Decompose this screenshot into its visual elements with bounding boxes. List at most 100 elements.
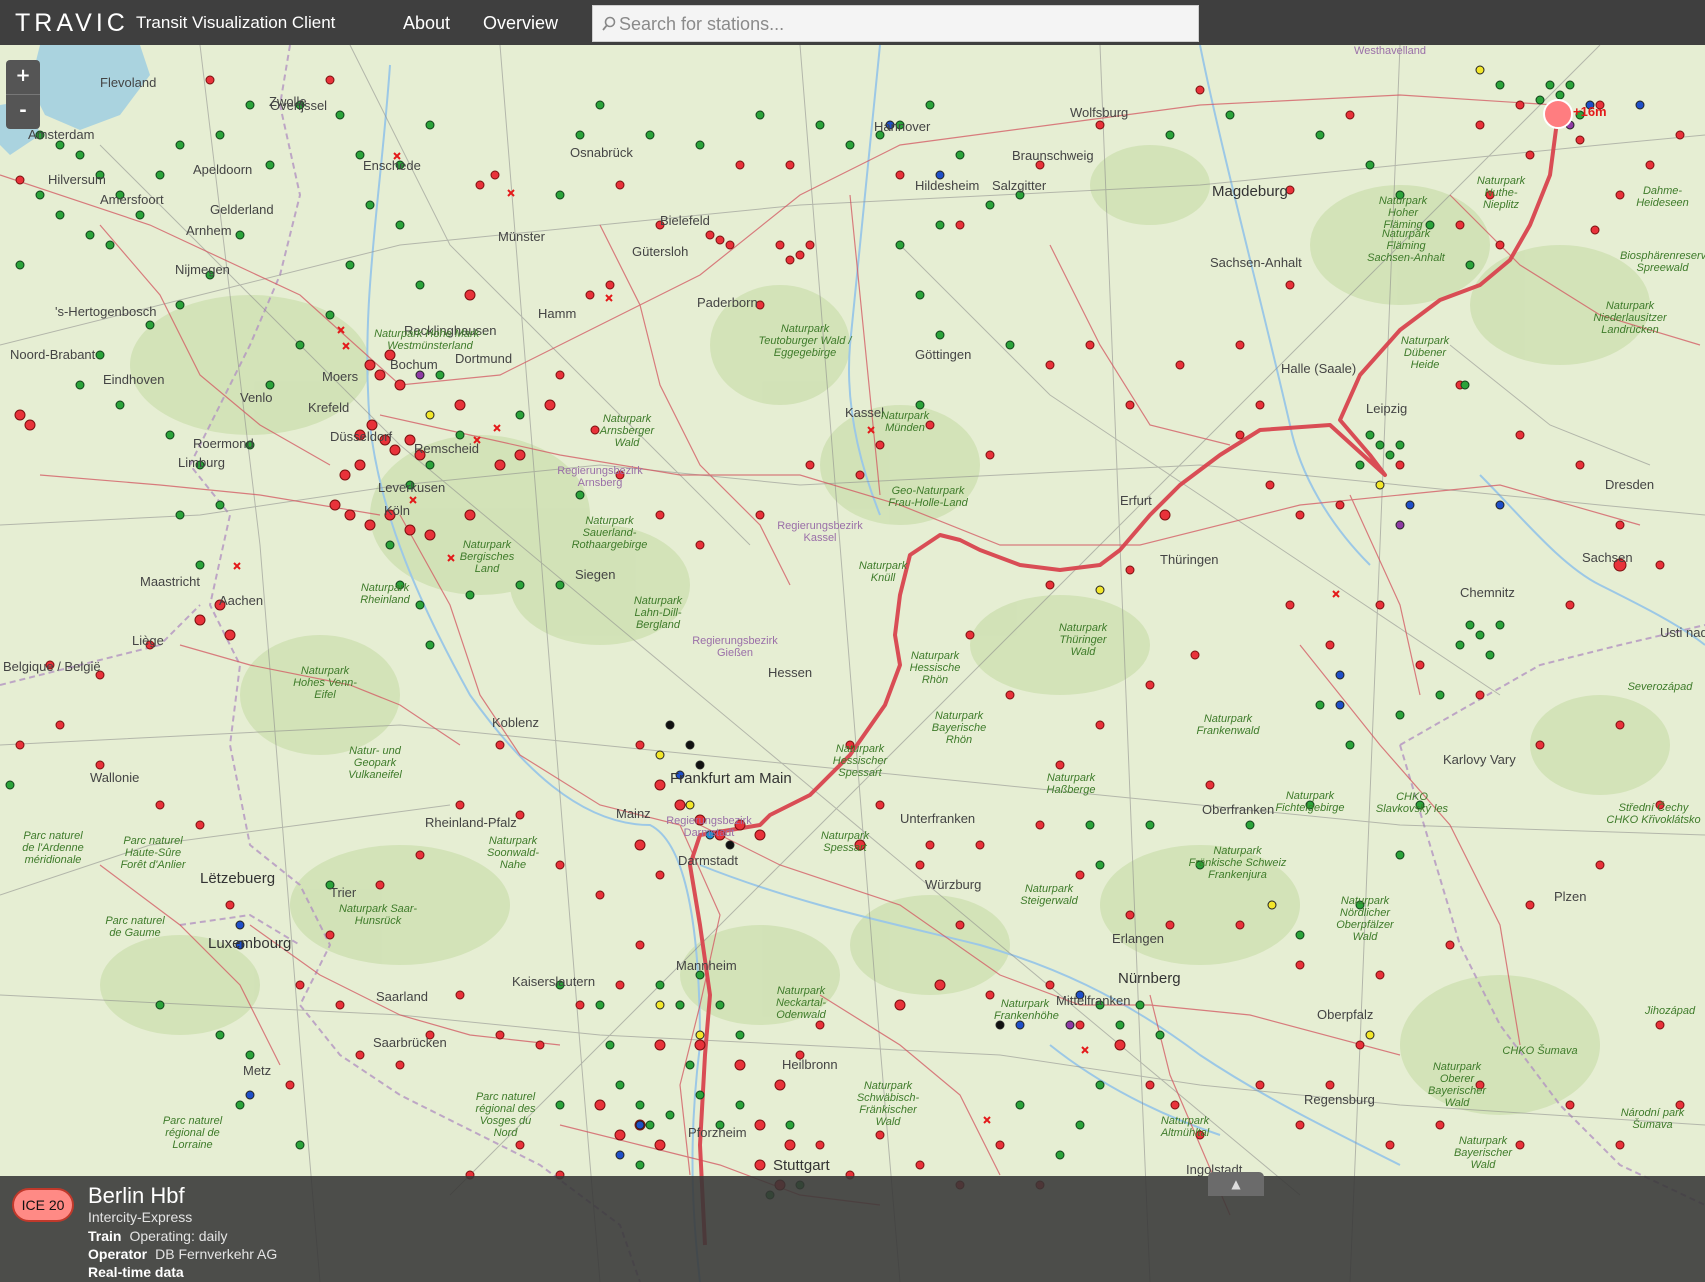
park-label: Naturpark Steigerwald (1020, 883, 1078, 907)
park-label: Parc naturel régional des Vosges du Nord (475, 1091, 536, 1139)
nav-about-link[interactable]: About (403, 13, 450, 34)
region-label: Rheinland-Pfalz (425, 815, 517, 830)
region-label: Wallonie (90, 770, 140, 785)
park-label: Naturpark Bergisches Land (459, 539, 515, 575)
city-label: Salzgitter (992, 178, 1047, 193)
top-navbar: TRAVIC Transit Visualization Client Abou… (0, 0, 1705, 45)
city-label: Enschede (363, 158, 421, 173)
park-label: Naturpark Altmühltal (1160, 1115, 1210, 1139)
park-label: Národní park Šumava (1620, 1107, 1685, 1131)
park-label: Naturpark Hoher Fläming (1378, 195, 1428, 231)
park-label: Naturpark Bayerische Rhön (931, 710, 987, 746)
city-label: Venlo (240, 390, 273, 405)
park-label: Biosphärenreservat Spreewald (1620, 250, 1705, 274)
city-label: Halle (Saale) (1281, 361, 1357, 376)
city-label: Luxembourg (208, 935, 292, 952)
region-label: Oberpfalz (1317, 1007, 1374, 1022)
region-label: Sachsen (1582, 550, 1633, 565)
park-label: Naturpark Fränkische Schweiz Frankenjura (1188, 845, 1287, 881)
info-row-train: Train Operating: daily (88, 1228, 228, 1244)
nav-overview-link[interactable]: Overview (483, 13, 558, 34)
park-label: Naturpark Hohe Mark - Westmünsterland (374, 328, 486, 352)
city-label: Dortmund (455, 351, 513, 366)
city-label: Leipzig (1366, 401, 1408, 416)
city-label: Siegen (575, 567, 616, 582)
city-label: Hildesheim (915, 178, 980, 193)
city-label: Dresden (1605, 477, 1655, 492)
info-value: Operating: daily (129, 1228, 228, 1244)
city-label: Regensburg (1304, 1092, 1375, 1107)
city-label: Trier (330, 885, 357, 900)
city-label: Amsterdam (28, 127, 95, 142)
park-label: Parc naturel de Gaume (105, 915, 165, 939)
city-label: Hamm (538, 306, 577, 321)
park-label: Naturpark Dübener Heide (1400, 335, 1450, 371)
park-label: Naturpark Hessischer Spessart (832, 743, 888, 779)
park-label: Naturpark Münden (880, 410, 930, 434)
admin-region-label: Westhavelland (1354, 45, 1426, 57)
city-label: Chemnitz (1460, 585, 1515, 600)
city-label: 's-Hertogenbosch (55, 304, 157, 319)
train-type: Intercity-Express (88, 1209, 193, 1225)
panel-toggle-button[interactable]: ▲ (1208, 1172, 1264, 1196)
park-label: CHKO Šumava (1502, 1045, 1578, 1057)
city-label: Mainz (616, 806, 651, 821)
park-label: Natur- und Geopark Vulkaneifel (348, 745, 402, 781)
park-label: Parc naturel Haute-Sûre Forêt d'Anlier (120, 835, 186, 871)
city-label: Koblenz (492, 715, 539, 730)
city-label: Eindhoven (103, 372, 165, 387)
park-label: Střední Čechy CHKO Křivoklátsko (1606, 802, 1701, 826)
city-label: Hannover (874, 119, 931, 134)
transit-map[interactable]: Magdeburg Halle (Saale) Leipzig Erfurt D… (0, 45, 1705, 1282)
park-label: Naturpark Niederlausitzer Landrücken (1593, 300, 1667, 336)
app-logo[interactable]: TRAVIC (15, 9, 129, 38)
zoom-control: + - (6, 60, 40, 129)
zoom-out-button[interactable]: - (6, 94, 40, 129)
region-label: Overijssel (270, 98, 328, 113)
city-label: Pforzheim (688, 1125, 747, 1140)
city-label: Amersfoort (100, 192, 164, 207)
city-label: Arnhem (186, 223, 232, 238)
admin-region-label: Regierungsbezirk Kassel (777, 520, 863, 544)
region-label: Gelderland (210, 202, 274, 217)
park-label: Naturpark Rheinland (360, 582, 410, 606)
city-label: Erlangen (1112, 931, 1165, 946)
vehicle-info-panel: ICE 20 Berlin Hbf Intercity-Express Trai… (0, 1176, 1705, 1282)
city-label: Leverkusen (378, 480, 446, 495)
park-label: Naturpark Nuthe-Nieplitz (1476, 175, 1526, 211)
city-label: Roermond (193, 436, 254, 451)
zoom-in-button[interactable]: + (6, 60, 40, 94)
park-label: Geo-Naturpark Frau-Holle-Land (888, 485, 968, 509)
city-label: Stuttgart (773, 1157, 830, 1174)
region-label: Thüringen (1160, 552, 1219, 567)
city-label: Gütersloh (632, 244, 689, 259)
park-label: Naturpark Thüringer Wald (1058, 622, 1108, 658)
city-label: Köln (384, 503, 411, 518)
chevron-up-icon: ▲ (1231, 1177, 1241, 1191)
info-label: Real-time data (88, 1264, 184, 1280)
city-label: Karlovy Vary (1443, 752, 1516, 767)
city-label: Göttingen (915, 347, 972, 362)
park-label: Naturpark Oberer Bayerischer Wald (1427, 1061, 1487, 1109)
search-input[interactable] (617, 10, 1191, 39)
city-label: Aachen (219, 593, 264, 608)
park-label: Naturpark Haßberge (1046, 772, 1096, 796)
city-label: Saarbrücken (373, 1035, 447, 1050)
city-label: Liège (132, 633, 164, 648)
admin-region-label: Regierungsbezirk Arnsberg (557, 465, 643, 489)
park-label: Naturpark Schwäbisch-Fränkischer Wald (856, 1080, 920, 1128)
park-label: Naturpark Frankenwald (1196, 713, 1260, 737)
city-label: Paderborn (697, 295, 758, 310)
search-icon (602, 16, 616, 31)
park-label: Naturpark Fläming Sachsen-Anhalt (1367, 228, 1445, 264)
city-label: Münster (498, 229, 545, 244)
station-search-box[interactable] (592, 5, 1199, 42)
app-subtitle: Transit Visualization Client (136, 13, 336, 32)
park-label: Naturpark Saar-Hunsrück (338, 903, 418, 927)
city-label: Metz (243, 1063, 272, 1078)
city-label: Moers (322, 369, 359, 384)
city-label: Düsseldorf (330, 429, 393, 444)
admin-region-label: Regierungsbezirk Darmstadt (666, 815, 752, 839)
city-label: Usti nad Labem (1660, 625, 1705, 640)
region-label: Mittelfranken (1056, 993, 1131, 1008)
